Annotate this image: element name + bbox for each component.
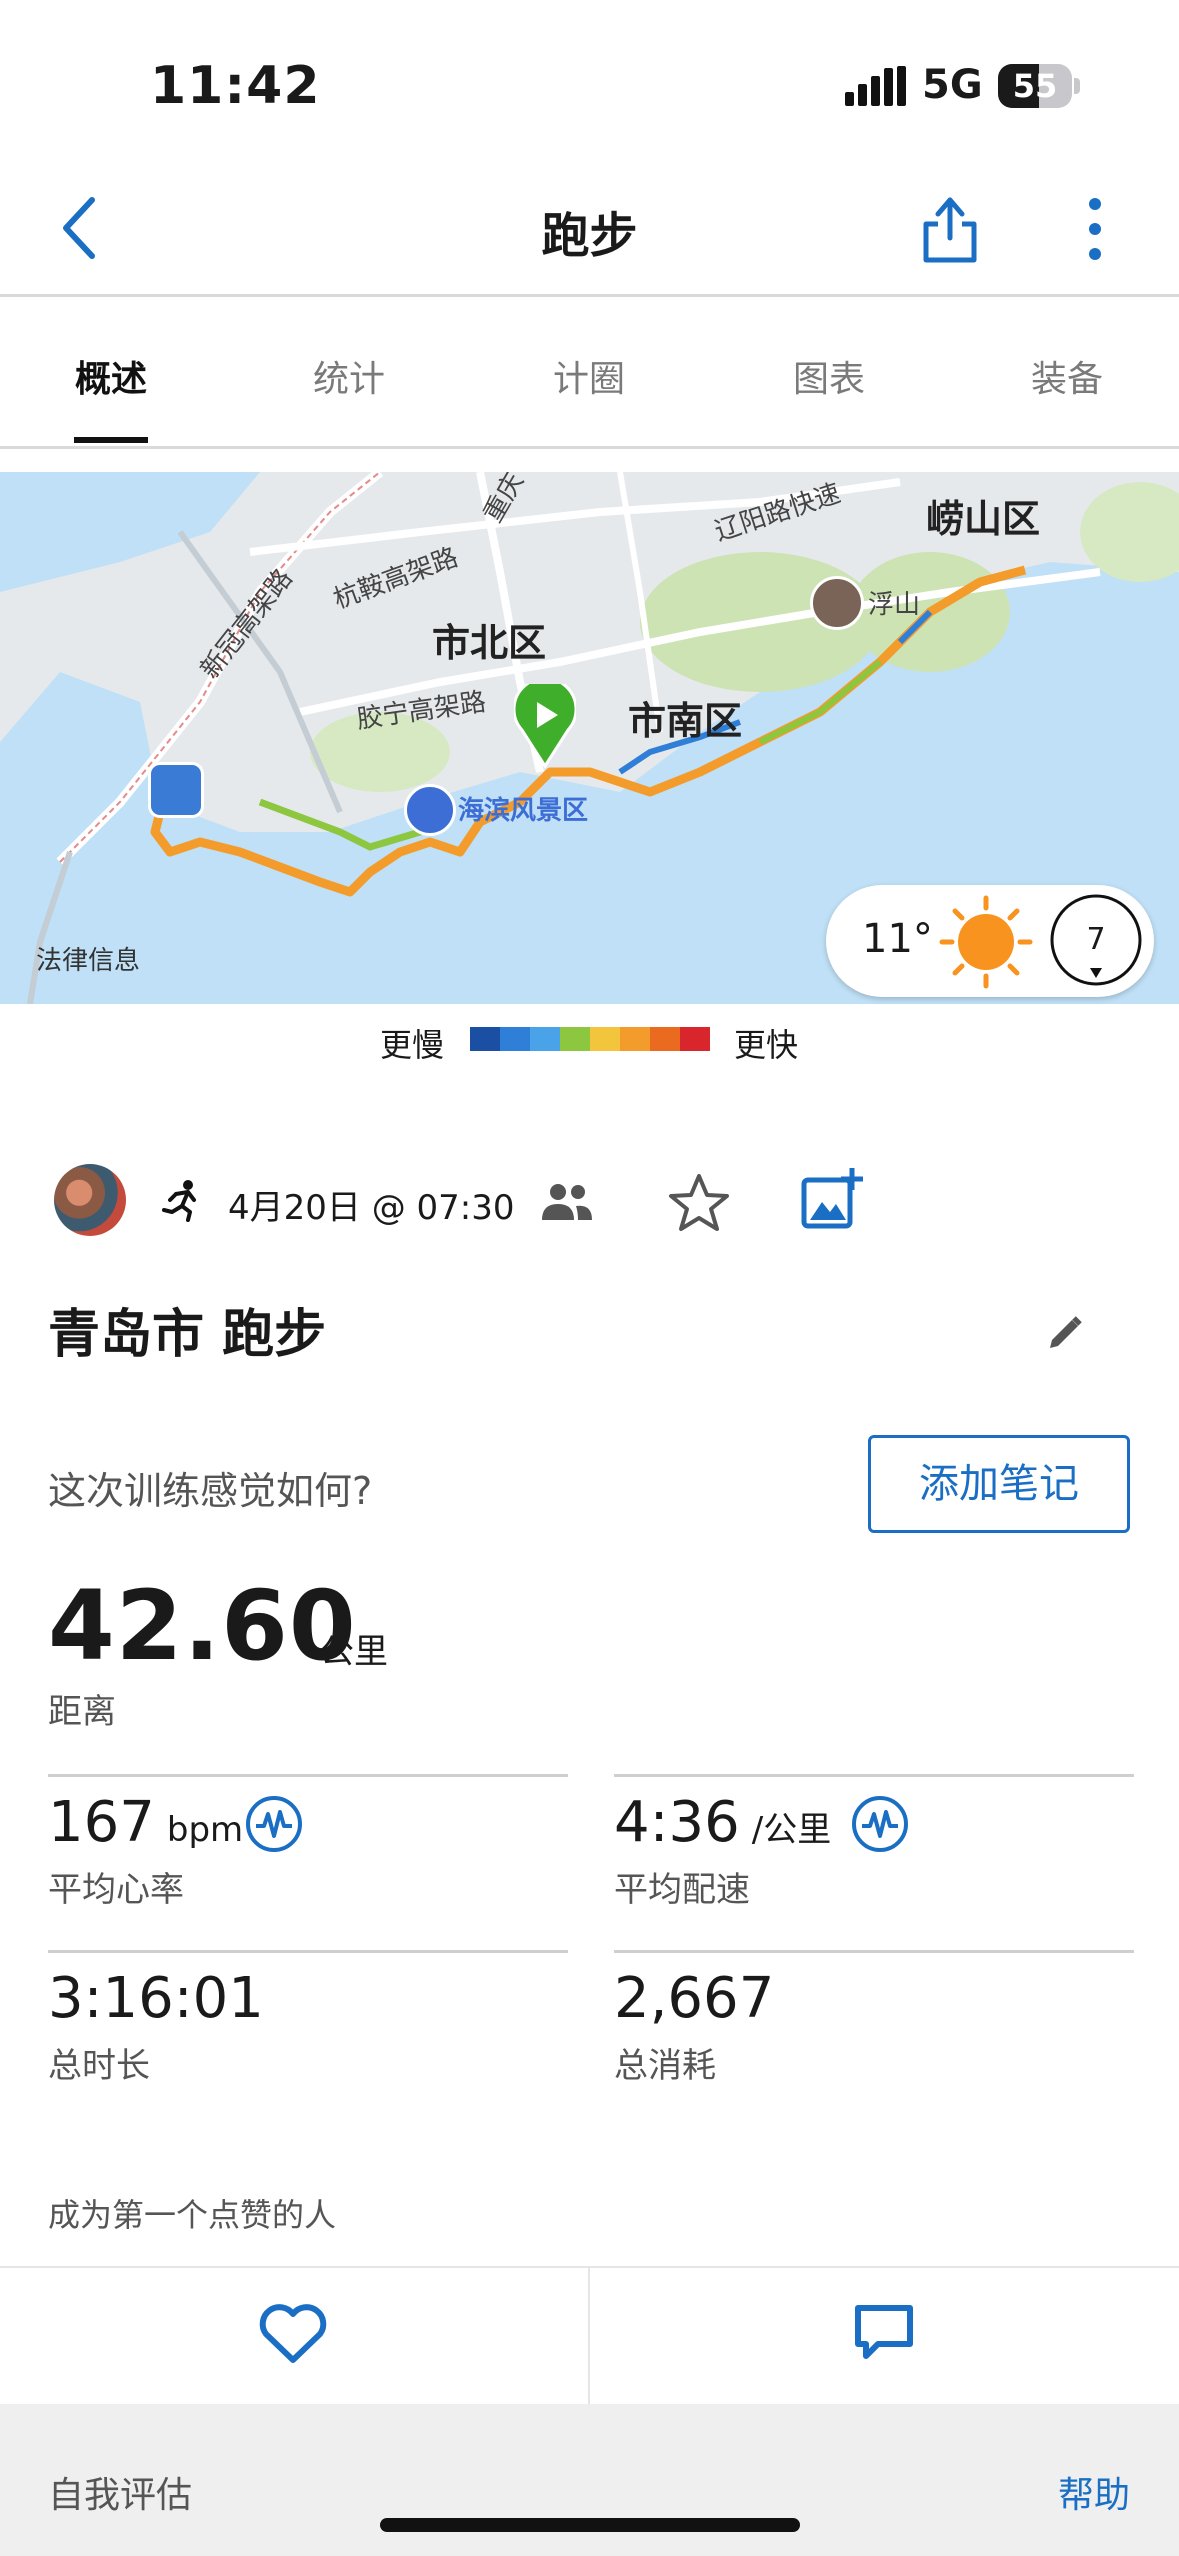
- tab-overview[interactable]: 概述: [36, 350, 186, 402]
- heart-rate-icon[interactable]: [244, 1794, 304, 1854]
- speed-swatch: [680, 1027, 710, 1051]
- tabs-divider: [0, 446, 1179, 449]
- mountain-icon: [810, 576, 864, 630]
- train-station-icon: [148, 762, 204, 818]
- map-label-laoshan: 崂山区: [926, 497, 1041, 541]
- stat-divider: [48, 1774, 568, 1777]
- distance-unit: 公里: [320, 1632, 388, 1672]
- heart-rate-value: 167 bpm: [48, 1790, 243, 1855]
- stat-divider: [614, 1950, 1134, 1953]
- add-photo-icon[interactable]: [800, 1166, 866, 1232]
- calories-label: 总消耗: [614, 2046, 716, 2086]
- self-assessment-label: 自我评估: [48, 2475, 193, 2516]
- edit-pencil-icon[interactable]: [1046, 1314, 1084, 1352]
- speed-swatch: [620, 1027, 650, 1051]
- tab-laps[interactable]: 计圈: [514, 350, 664, 402]
- help-link[interactable]: 帮助: [1058, 2466, 1130, 2518]
- battery-percent: 55: [1012, 67, 1058, 105]
- action-bar-divider: [588, 2266, 590, 2404]
- tab-gear[interactable]: 装备: [992, 350, 1142, 402]
- page-title: 跑步: [541, 208, 638, 264]
- active-tab-indicator: [74, 437, 148, 443]
- activity-date: 4月20日 @ 07:30: [228, 1188, 515, 1228]
- duration-label: 总时长: [48, 2046, 150, 2086]
- battery-icon: 55: [998, 64, 1080, 108]
- like-heart-icon[interactable]: [258, 2302, 328, 2366]
- scenic-icon: [404, 784, 456, 836]
- tab-stats[interactable]: 统计: [274, 350, 424, 402]
- home-indicator: [380, 2518, 800, 2532]
- speed-swatch: [470, 1027, 500, 1051]
- sun-icon: [939, 895, 1033, 989]
- activity-title: 青岛市 跑步: [48, 1305, 327, 1365]
- legend-slower: 更慢: [380, 1026, 445, 1064]
- star-icon[interactable]: [668, 1172, 730, 1234]
- pace-number: 4:36: [614, 1790, 740, 1855]
- comment-icon[interactable]: [852, 2300, 916, 2364]
- duration-value: 3:16:01: [48, 1966, 264, 2031]
- add-note-button[interactable]: 添加笔记: [868, 1435, 1130, 1533]
- map-poi-fushan: 浮山: [868, 590, 921, 620]
- running-icon: [162, 1180, 196, 1222]
- speed-swatch: [560, 1027, 590, 1051]
- speed-color-scale: [470, 1027, 710, 1051]
- heart-rate-number: 167: [48, 1790, 155, 1855]
- stat-divider: [614, 1774, 1134, 1777]
- cellular-signal-icon: [845, 66, 906, 106]
- heart-rate-unit: bpm: [166, 1810, 244, 1850]
- speed-swatch: [530, 1027, 560, 1051]
- share-icon[interactable]: [918, 188, 982, 266]
- speed-swatch: [500, 1027, 530, 1051]
- heart-rate-label: 平均心率: [48, 1870, 184, 1910]
- speed-swatch: [590, 1027, 620, 1051]
- people-icon[interactable]: [540, 1182, 594, 1222]
- start-marker-icon: [514, 684, 576, 768]
- distance-label: 距离: [48, 1692, 116, 1732]
- more-options-icon[interactable]: [1080, 196, 1110, 262]
- pace-value: 4:36/公里: [614, 1790, 831, 1855]
- tab-charts[interactable]: 图表: [754, 350, 904, 402]
- map-label-shibei: 市北区: [432, 621, 547, 665]
- status-time: 11:42: [150, 56, 321, 116]
- avatar[interactable]: [54, 1164, 126, 1236]
- legend-faster: 更快: [734, 1026, 799, 1064]
- weather-temperature: 11°: [862, 916, 933, 962]
- pace-label: 平均配速: [614, 1870, 750, 1910]
- network-type: 5G: [922, 62, 983, 108]
- distance-value: 42.60: [48, 1570, 357, 1682]
- nav-divider: [0, 294, 1179, 297]
- map-poi-scenic: 海滨风景区: [458, 796, 589, 826]
- speed-swatch: [650, 1027, 680, 1051]
- feel-question: 这次训练感觉如何?: [48, 1469, 373, 1513]
- pace-unit: /公里: [751, 1810, 832, 1850]
- calories-value: 2,667: [614, 1966, 775, 2031]
- pace-chart-icon[interactable]: [850, 1794, 910, 1854]
- map-label-shinan: 市南区: [628, 699, 743, 743]
- legal-info-link[interactable]: 法律信息: [36, 940, 140, 977]
- likes-prompt: 成为第一个点赞的人: [48, 2196, 337, 2234]
- stat-divider: [48, 1950, 568, 1953]
- wind-speed: 7: [1086, 922, 1106, 957]
